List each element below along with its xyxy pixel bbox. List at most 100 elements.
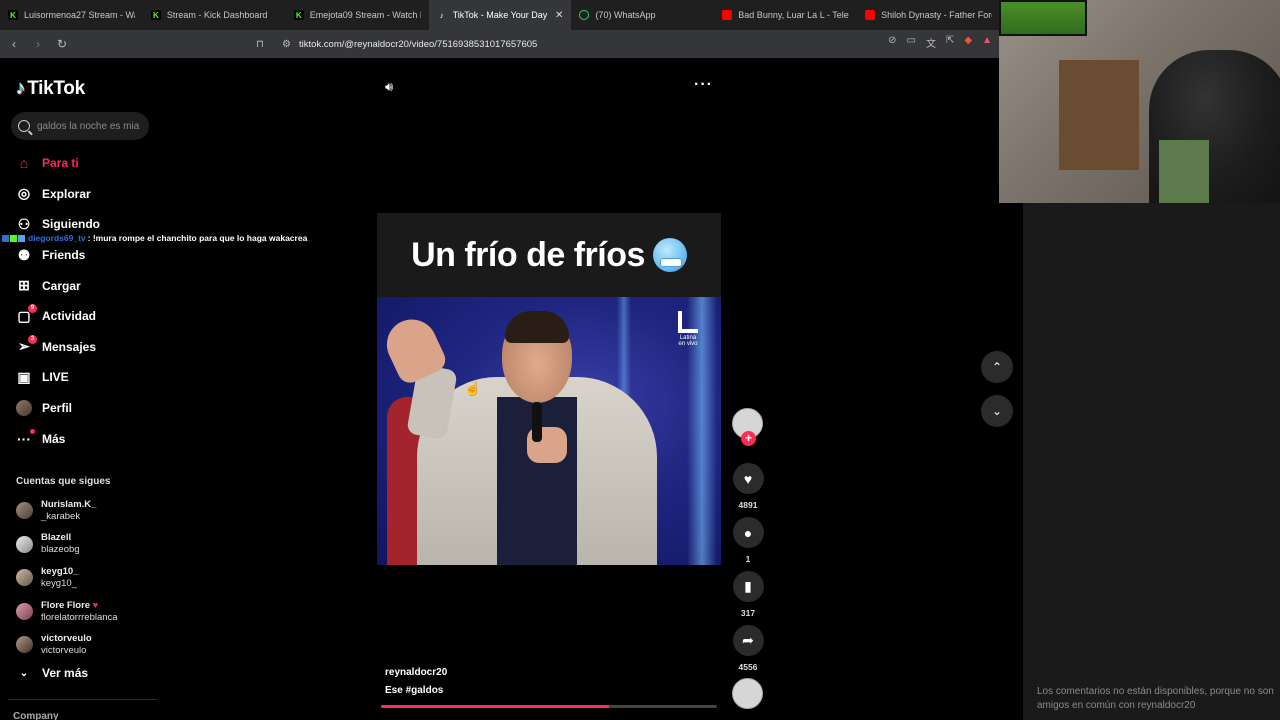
share-button[interactable]: ➦: [732, 625, 764, 656]
nav-label: Explorar: [42, 186, 91, 201]
comments-panel: [1023, 203, 1280, 720]
stream-chat-message: diegords69_tv : !mura rompe el chanchito…: [2, 233, 307, 243]
tab-shiloh-dynasty[interactable]: Shiloh Dynasty - Father Forgive: [857, 0, 1000, 30]
forward-icon[interactable]: ›: [28, 37, 48, 51]
search-box[interactable]: [11, 112, 149, 140]
avatar: [16, 602, 33, 620]
following-section-title: Cuentas que sigues: [16, 476, 111, 487]
tab-tiktok[interactable]: ♪ TikTok - Make Your Day ✕: [428, 0, 572, 30]
tab-emejota09[interactable]: K Emejota09 Stream - Watch Live: [286, 0, 429, 30]
volume-icon[interactable]: 🔊︎: [385, 79, 393, 95]
see-more-button[interactable]: ⌄ Ver más: [16, 666, 88, 680]
friends-icon: ⚉: [17, 246, 31, 263]
sidebar-item-para-ti[interactable]: ⌂ Para ti: [16, 148, 156, 179]
previous-video-button[interactable]: ⌃: [981, 351, 1013, 383]
save-button[interactable]: ▮: [732, 571, 764, 602]
video-caption: Un frío de fríos: [411, 235, 645, 274]
cast-icon[interactable]: ▭: [907, 35, 916, 50]
video-progress-bar[interactable]: [381, 705, 717, 708]
account-handle: blazeobg: [41, 544, 80, 556]
company-link[interactable]: Company: [13, 711, 59, 720]
webcam-shirt: [1159, 140, 1209, 203]
like-button[interactable]: ♥: [732, 463, 764, 494]
badge-icon: [10, 234, 17, 242]
brave-rewards-icon[interactable]: ▲: [982, 35, 992, 50]
search-icon: [18, 120, 30, 132]
tiktok-logo[interactable]: ♪ TikTok: [16, 78, 85, 100]
sidebar-item-perfil[interactable]: Perfil: [16, 393, 156, 424]
video-more-icon[interactable]: ···: [694, 76, 713, 94]
tab-luisormenoa27[interactable]: K Luisormenoa27 Stream - Watch: [0, 0, 143, 30]
tab-kick-dashboard[interactable]: K Stream - Kick Dashboard: [143, 0, 286, 30]
badge-icon: [2, 234, 9, 242]
tab-label: Emejota09 Stream - Watch Live: [309, 10, 421, 20]
list-item[interactable]: keyg10_ keyg10_: [16, 561, 156, 595]
tiktok-icon: ♪: [439, 10, 444, 20]
video-player[interactable]: Un frío de fríos Latina en vivo: [377, 213, 721, 565]
comment-icon: ●: [743, 524, 753, 541]
sidebar-item-mas[interactable]: ··· Más: [16, 423, 156, 454]
messages-icon: ➢ 3: [16, 334, 37, 355]
follow-plus-icon[interactable]: +: [741, 431, 756, 446]
save-count: 317: [740, 608, 756, 618]
microphone: [532, 402, 542, 442]
tab-label: TikTok - Make Your Day: [452, 10, 548, 20]
bookmark-icon: ▮: [744, 578, 752, 594]
heart-icon: ♥: [743, 470, 753, 487]
tab-bad-bunny[interactable]: Bad Bunny, Luar La L - Telefono: [714, 0, 857, 30]
comment-button[interactable]: ●: [732, 517, 764, 548]
tab-label: Luisormenoa27 Stream - Watch: [24, 10, 135, 20]
action-column: + ♥ 4891 ● 1 ▮ 317 ➦ 4556: [732, 408, 764, 679]
nav-label: Más: [42, 431, 66, 446]
close-icon[interactable]: ✕: [555, 10, 563, 21]
sidebar-item-explorar[interactable]: ◎ Explorar: [16, 179, 156, 210]
screen: K Luisormenoa27 Stream - Watch K Stream - …: [0, 0, 1280, 720]
search-input[interactable]: [37, 120, 142, 132]
account-name: keyg10_: [41, 565, 79, 577]
site-settings-icon[interactable]: ⚙: [282, 39, 291, 50]
divider: [8, 699, 158, 700]
url-text: tiktok.com/@reynaldocr20/video/751693853…: [298, 38, 538, 50]
sidebar-nav: ⌂ Para ti ◎ Explorar ⚇ Siguiendo ⚉ Friends ⊞…: [16, 148, 156, 454]
progress-fill: [381, 705, 610, 708]
chat-username: diegords69_tv: [28, 233, 86, 243]
sidebar-item-live[interactable]: ▣ LIVE: [16, 362, 156, 393]
sidebar-item-cargar[interactable]: ⊞ Cargar: [16, 270, 156, 301]
next-video-button[interactable]: ⌄: [981, 395, 1013, 427]
list-item[interactable]: victorveulo victorveulo: [16, 628, 156, 662]
youtube-icon: [722, 10, 733, 20]
avatar: [16, 569, 33, 587]
browser-toolbar: ‹ › ↻ ⊓ ⚙ tiktok.com/@reynaldocr20/video…: [0, 30, 1000, 58]
list-item[interactable]: Blazell blazeobg: [16, 528, 156, 562]
webcam-shelf: [1059, 60, 1139, 170]
video-author[interactable]: reynaldocr20: [385, 667, 447, 678]
video-caption-band: Un frío de fríos: [377, 213, 721, 297]
address-bar[interactable]: ⊓ ⚙ tiktok.com/@reynaldocr20/video/75169…: [256, 33, 996, 55]
brave-shield-icon[interactable]: ◆: [964, 35, 972, 50]
no-video-icon[interactable]: ⊘: [888, 35, 896, 50]
sidebar-item-actividad[interactable]: ▢ 9 Actividad: [16, 301, 156, 332]
profile-avatar: [16, 400, 32, 417]
back-icon[interactable]: ‹: [4, 37, 24, 51]
logo-text: TikTok: [27, 78, 85, 99]
share-icon[interactable]: ⇱: [946, 35, 954, 50]
activity-icon: ▢ 9: [16, 304, 37, 324]
reload-icon[interactable]: ↻: [52, 37, 72, 51]
home-icon: ⌂: [19, 155, 29, 172]
bookmark-icon[interactable]: ⊓: [256, 39, 268, 50]
list-item[interactable]: Nurislam.K_ _karabek: [16, 494, 156, 528]
nav-label: Cargar: [42, 278, 81, 293]
list-item[interactable]: Flore Flore ♥ florelatorrreblanca: [16, 595, 156, 629]
tab-whatsapp[interactable]: (70) WhatsApp: [571, 0, 714, 30]
sidebar-item-friends[interactable]: ⚉ Friends: [16, 240, 156, 271]
creator-avatar[interactable]: +: [732, 408, 763, 446]
account-handle: keyg10_: [41, 577, 77, 589]
tab-label: Bad Bunny, Luar La L - Telefono: [738, 10, 849, 20]
browser-tab-bar: K Luisormenoa27 Stream - Watch K Stream - …: [0, 0, 1000, 30]
sound-disc-avatar[interactable]: [732, 678, 763, 709]
heart-icon: ♥: [92, 599, 99, 610]
sidebar-item-mensajes[interactable]: ➢ 3 Mensajes: [16, 332, 156, 363]
translate-icon[interactable]: 文: [926, 35, 936, 50]
account-handle: _karabek: [41, 510, 81, 522]
avatar: [16, 636, 33, 654]
